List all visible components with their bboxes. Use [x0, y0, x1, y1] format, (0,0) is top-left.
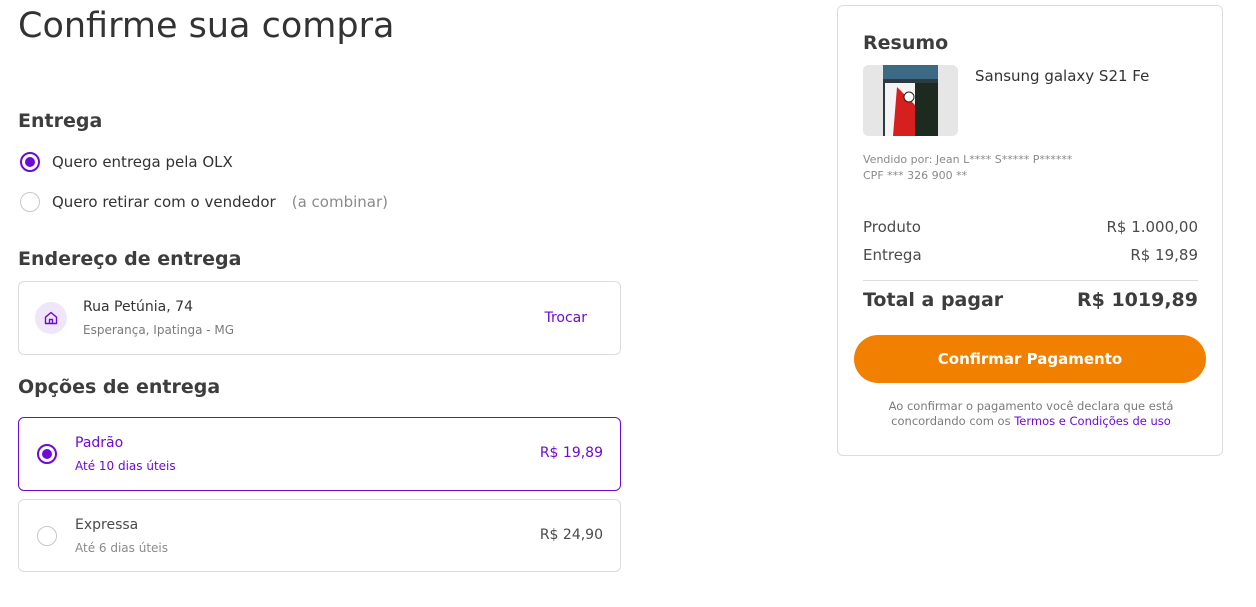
shipping-option-eta: Até 10 dias úteis — [75, 459, 176, 473]
shipping-option-name: Padrão — [75, 435, 124, 451]
change-address-link[interactable]: Trocar — [544, 310, 587, 326]
seller-name: Vendido por: Jean L**** S***** P****** — [863, 153, 1073, 166]
summary-row-delivery: Entrega R$ 19,89 — [863, 246, 1198, 264]
radio-unselected[interactable] — [20, 192, 40, 212]
product-name: Sansung galaxy S21 Fe — [975, 67, 1150, 85]
delivery-option-olx[interactable]: Quero entrega pela OLX — [20, 152, 233, 172]
summary-row-value: R$ 19,89 — [1130, 246, 1198, 264]
summary-row-label: Produto — [863, 218, 921, 236]
shipping-option-name: Expressa — [75, 517, 139, 533]
seller-cpf: CPF *** 326 900 ** — [863, 169, 968, 182]
shipping-option-price: R$ 24,90 — [539, 527, 603, 543]
confirm-payment-button[interactable]: Confirmar Pagamento — [854, 335, 1206, 383]
delivery-section-title: Entrega — [18, 110, 103, 132]
summary-row-value: R$ 1.000,00 — [1106, 218, 1198, 236]
seller-info: Vendido por: Jean L**** S***** P****** C… — [863, 152, 1072, 184]
terms-link[interactable]: Termos e Condições de uso — [1014, 414, 1171, 428]
total-label: Total a pagar — [863, 289, 1004, 311]
summary-row-product: Produto R$ 1.000,00 — [863, 218, 1198, 236]
summary-title: Resumo — [863, 32, 949, 54]
shipping-option-eta: Até 6 dias úteis — [75, 541, 168, 555]
shipping-option-standard[interactable]: Padrão Até 10 dias úteis R$ 19,89 — [18, 417, 621, 491]
delivery-option-pickup[interactable]: Quero retirar com o vendedor (a combinar… — [20, 192, 388, 212]
address-card: Rua Petúnia, 74 Esperança, Ipatinga - MG… — [18, 281, 621, 355]
radio-selected[interactable] — [20, 152, 40, 172]
shipping-option-price: R$ 19,89 — [539, 445, 603, 461]
product-thumbnail — [863, 65, 958, 136]
summary-row-label: Entrega — [863, 246, 922, 264]
delivery-option-label: Quero retirar com o vendedor — [52, 193, 276, 211]
address-city: Esperança, Ipatinga - MG — [83, 323, 235, 337]
radio-unselected[interactable] — [37, 526, 57, 546]
summary-divider — [863, 280, 1198, 281]
shipping-section-title: Opções de entrega — [18, 376, 221, 398]
address-section-title: Endereço de entrega — [18, 248, 242, 270]
order-summary-panel: Resumo Sansung galaxy S21 Fe Vendido por… — [837, 5, 1223, 456]
home-icon — [35, 302, 67, 334]
page-title: Confirme sua compra — [18, 6, 395, 46]
delivery-option-note: (a combinar) — [291, 193, 388, 211]
total-value: R$ 1019,89 — [1076, 289, 1198, 311]
address-street: Rua Petúnia, 74 — [83, 299, 193, 315]
delivery-option-label: Quero entrega pela OLX — [52, 153, 233, 171]
shipping-option-express[interactable]: Expressa Até 6 dias úteis R$ 24,90 — [18, 499, 621, 572]
summary-total: Total a pagar R$ 1019,89 — [863, 289, 1198, 311]
radio-selected[interactable] — [37, 444, 57, 464]
terms-notice: Ao confirmar o pagamento você declara qu… — [858, 399, 1204, 429]
